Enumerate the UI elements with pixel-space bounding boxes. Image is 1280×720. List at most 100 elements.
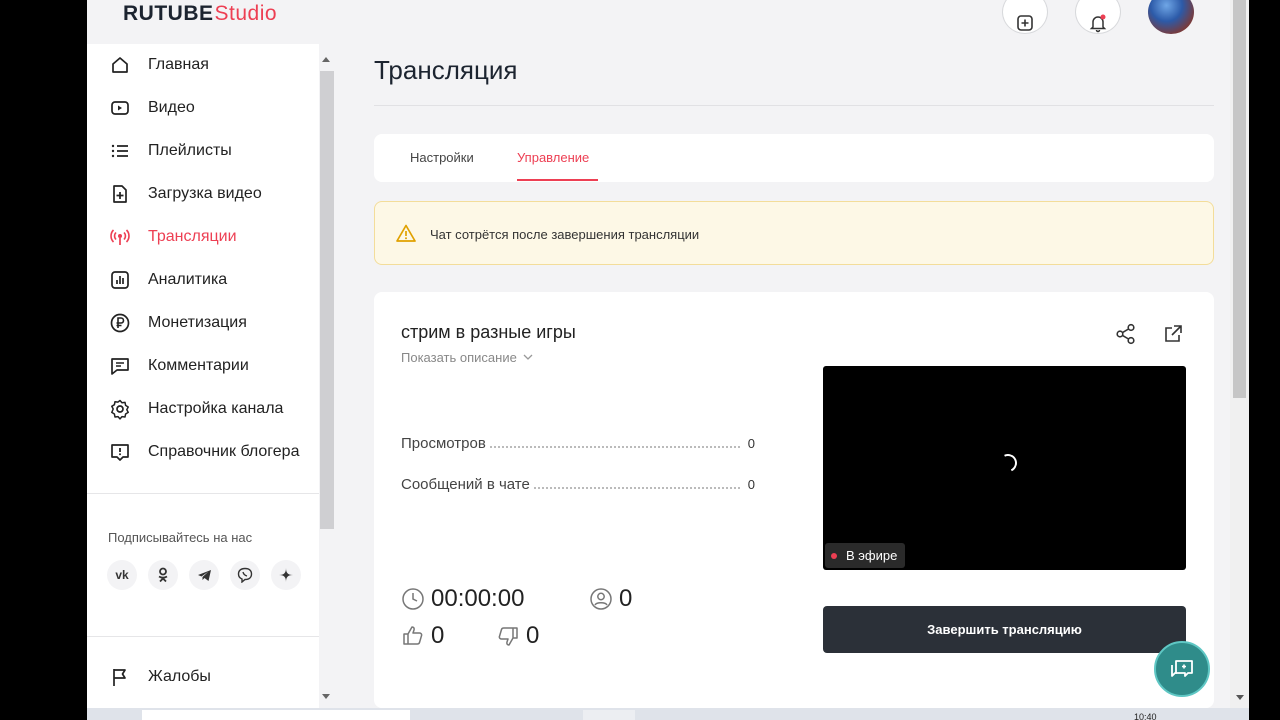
logo-rutube-text: RUTUBE [123, 2, 214, 25]
sidebar-item-label: Видео [148, 99, 195, 116]
taskbar-window[interactable] [583, 710, 635, 720]
sidebar-item-label: Комментарии [148, 357, 249, 374]
logo-studio-text: Studio [214, 2, 278, 25]
loading-spinner-icon [996, 451, 1020, 475]
duration-value: 00:00:00 [431, 585, 525, 612]
sidebar-item-analytics[interactable]: Аналитика [109, 267, 227, 293]
dislikes-metric: 0 [496, 622, 539, 650]
warning-icon [396, 224, 416, 242]
stat-label: Сообщений в чате [401, 476, 530, 493]
scroll-down-arrow-icon[interactable] [322, 694, 330, 699]
stat-label: Просмотров [401, 435, 486, 452]
external-link-icon[interactable] [1162, 323, 1184, 345]
playlist-icon [109, 140, 131, 162]
stream-card: стрим в разные игры Показать описание Пр… [374, 292, 1214, 708]
social-ok-button[interactable] [148, 560, 178, 590]
dotted-leader [533, 487, 740, 489]
broadcast-icon [109, 226, 131, 248]
live-badge: В эфире [825, 543, 906, 568]
sidebar-item-label: Жалобы [148, 668, 211, 685]
analytics-icon [109, 269, 131, 291]
user-circle-icon [589, 587, 613, 611]
info-icon [109, 441, 131, 463]
sidebar-item-video[interactable]: Видео [109, 95, 195, 121]
social-telegram-button[interactable] [189, 560, 219, 590]
warning-text: Чат сотрётся после завершения трансляции [430, 227, 700, 242]
title-divider [374, 105, 1214, 106]
studio-app: RUTUBEStudio Главная Видео Плейлисты Заг… [87, 0, 1249, 708]
sidebar-item-label: Плейлисты [148, 142, 232, 159]
social-vk-button[interactable]: vk [107, 560, 137, 590]
taskbar-window[interactable] [142, 710, 410, 720]
plus-square-icon [1017, 15, 1033, 31]
sidebar-item-playlists[interactable]: Плейлисты [109, 138, 232, 164]
sidebar-item-label: Монетизация [148, 314, 247, 331]
sidebar-scrollbar[interactable] [319, 54, 335, 704]
user-avatar[interactable] [1148, 0, 1194, 34]
thumbs-down-icon [496, 624, 520, 648]
end-stream-button[interactable]: Завершить трансляцию [823, 606, 1186, 653]
sidebar-item-upload[interactable]: Загрузка видео [109, 181, 262, 207]
sidebar-item-label: Загрузка видео [148, 185, 262, 202]
create-button[interactable] [1002, 0, 1048, 34]
telegram-icon [197, 569, 211, 581]
video-icon [109, 97, 131, 119]
sidebar-item-channel-settings[interactable]: Настройка канала [109, 396, 283, 422]
scroll-up-arrow-icon[interactable] [322, 57, 330, 62]
thumbs-up-icon [401, 624, 425, 648]
stat-value: 0 [747, 477, 755, 492]
tab-settings[interactable]: Настройки [410, 150, 474, 165]
home-icon [109, 54, 131, 76]
chat-warning-banner: Чат сотрётся после завершения трансляции [374, 201, 1214, 265]
stat-views-row: Просмотров 0 [401, 435, 755, 455]
tab-management[interactable]: Управление [517, 150, 589, 165]
social-viber-button[interactable] [230, 560, 260, 590]
sidebar-item-broadcasts[interactable]: Трансляции [109, 224, 237, 250]
tabs-bar: Настройки Управление [374, 134, 1214, 182]
active-tab-indicator [517, 179, 598, 181]
show-description-label: Показать описание [401, 350, 517, 365]
stat-value: 0 [747, 436, 755, 451]
likes-value: 0 [431, 622, 445, 649]
social-zen-button[interactable] [271, 560, 301, 590]
stream-title: стрим в разные игры [401, 322, 576, 342]
share-icon[interactable] [1115, 323, 1137, 345]
dislikes-value: 0 [526, 622, 540, 649]
stat-chat-messages-row: Сообщений в чате 0 [401, 476, 755, 496]
sidebar-scroll-thumb[interactable] [320, 71, 334, 529]
viewers-value: 0 [619, 585, 633, 612]
page-scroll-down-icon[interactable] [1236, 695, 1244, 700]
sidebar-item-comments[interactable]: Комментарии [109, 353, 249, 379]
sidebar-item-complaints[interactable]: Жалобы [109, 664, 211, 690]
notifications-button[interactable] [1075, 0, 1121, 34]
dotted-leader [489, 446, 740, 448]
sidebar-item-label: Главная [148, 56, 209, 73]
sidebar-item-home[interactable]: Главная [109, 52, 209, 78]
stream-preview-player[interactable]: В эфире [823, 366, 1186, 570]
sidebar-item-label: Справочник блогера [148, 443, 300, 460]
live-dot-icon [831, 552, 837, 559]
upload-icon [109, 183, 131, 205]
support-chat-button[interactable] [1154, 641, 1210, 697]
sidebar: Главная Видео Плейлисты Загрузка видео Т… [87, 44, 319, 708]
page-scrollbar[interactable] [1230, 0, 1249, 708]
viewers-metric: 0 [589, 585, 632, 613]
ok-icon [158, 567, 168, 583]
taskbar-clock: 10:40 [1134, 712, 1157, 720]
sidebar-item-monetization[interactable]: Монетизация [109, 310, 247, 336]
os-taskbar: 10:40 [87, 708, 1249, 720]
clock-icon [401, 587, 425, 611]
sidebar-item-label: Трансляции [148, 228, 237, 245]
live-badge-label: В эфире [846, 548, 898, 563]
page-scroll-thumb[interactable] [1233, 0, 1246, 398]
sidebar-item-blogger-guide[interactable]: Справочник блогера [109, 439, 299, 465]
sidebar-divider [87, 636, 319, 637]
rutube-studio-logo[interactable]: RUTUBEStudio [123, 2, 277, 26]
comment-icon [109, 355, 131, 377]
chat-help-icon [1171, 660, 1193, 677]
social-title: Подписывайтесь на нас [108, 530, 253, 545]
likes-metric: 0 [401, 622, 444, 650]
gear-icon [109, 398, 131, 420]
zen-icon [279, 568, 293, 582]
show-description-toggle[interactable]: Показать описание [401, 350, 533, 365]
